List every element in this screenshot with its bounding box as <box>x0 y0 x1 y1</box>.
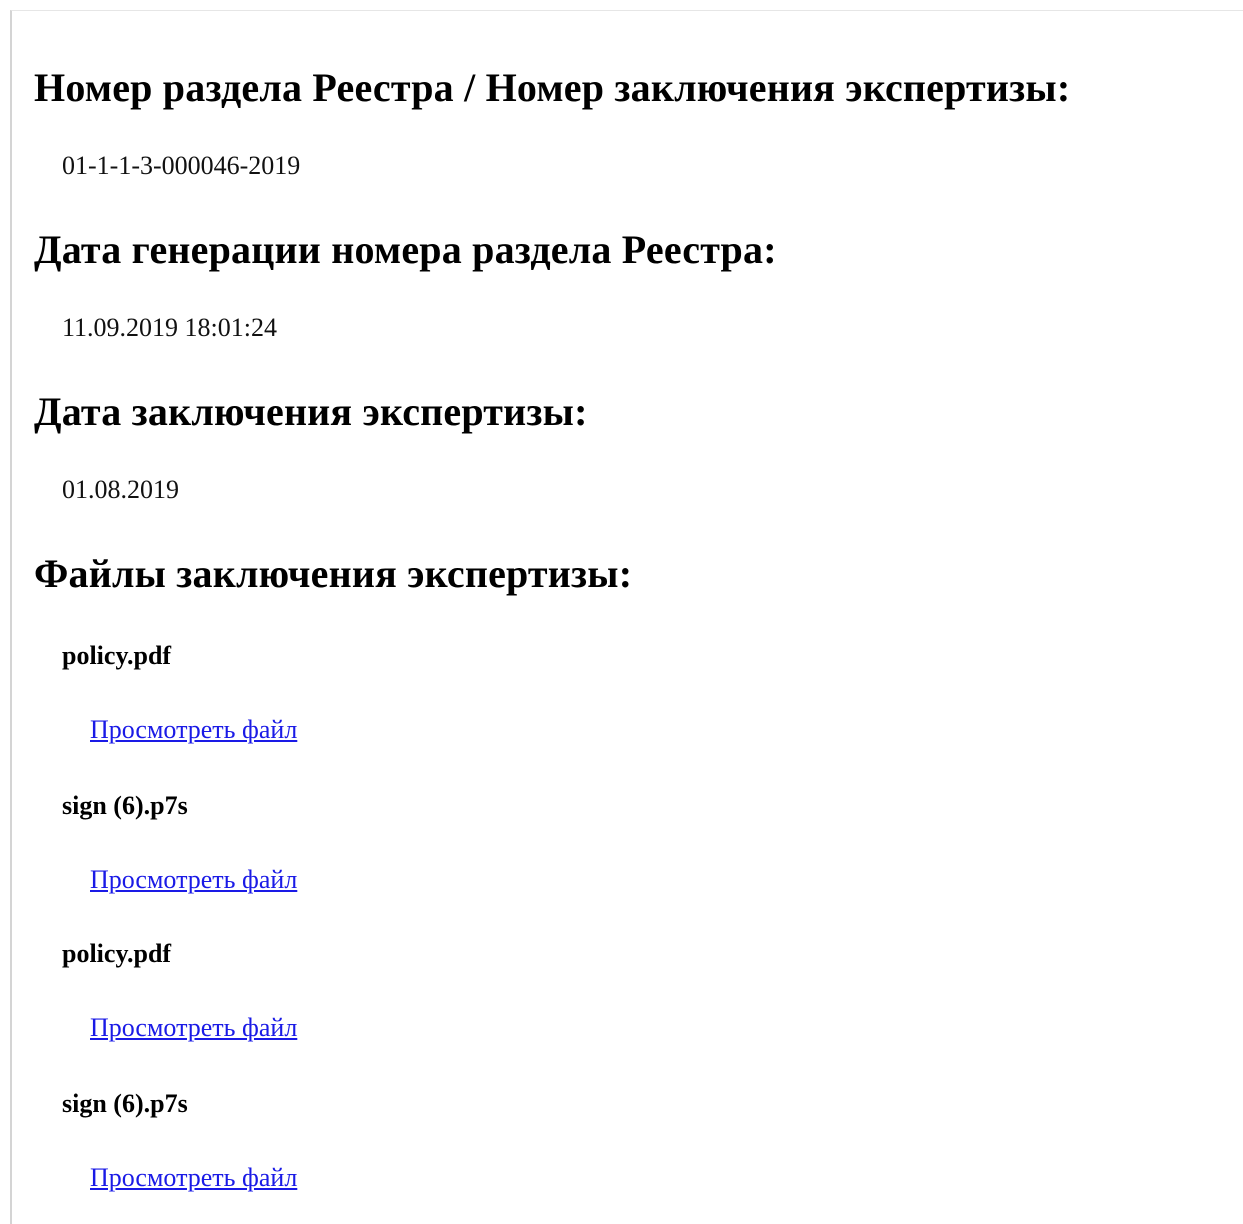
view-file-link[interactable]: Просмотреть файл <box>90 1162 297 1194</box>
file-name: policy.pdf <box>62 939 172 968</box>
file-name: sign (6).p7s <box>62 1089 188 1118</box>
files-heading: Файлы заключения экспертизы: <box>34 551 633 596</box>
generation-date-heading: Дата генерации номера раздела Реестра: <box>34 227 777 272</box>
file-name: policy.pdf <box>62 641 172 670</box>
view-file-link[interactable]: Просмотреть файл <box>90 714 297 746</box>
view-file-link[interactable]: Просмотреть файл <box>90 864 297 896</box>
conclusion-date-heading: Дата заключения экспертизы: <box>34 389 588 434</box>
generation-date-value: 11.09.2019 18:01:24 <box>62 313 277 342</box>
view-file-link[interactable]: Просмотреть файл <box>90 1012 297 1044</box>
file-name: sign (6).p7s <box>62 791 188 820</box>
registry-number-value: 01-1-1-3-000046-2019 <box>62 151 301 180</box>
registry-number-heading: Номер раздела Реестра / Номер заключения… <box>34 65 1071 110</box>
conclusion-date-value: 01.08.2019 <box>62 475 179 504</box>
